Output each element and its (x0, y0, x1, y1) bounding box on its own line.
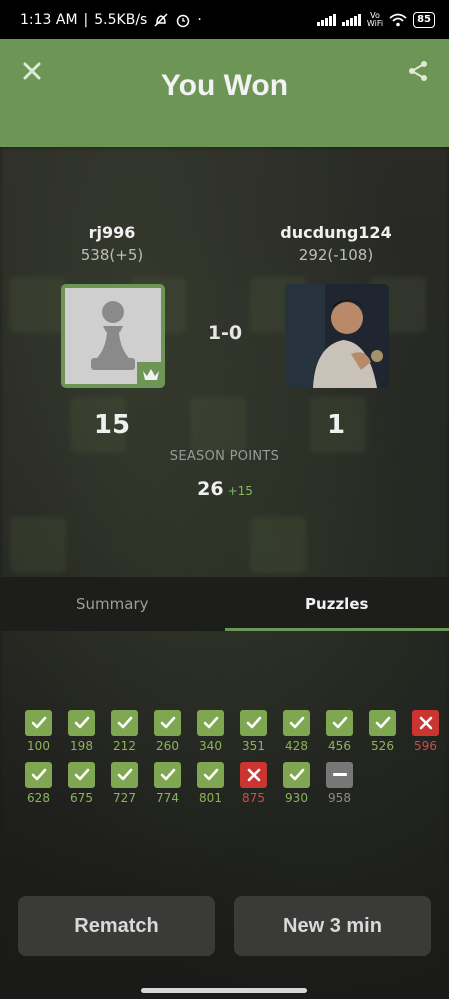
player-left-avatar[interactable] (61, 284, 165, 388)
page-title: You Won (160, 69, 289, 102)
check-icon (154, 710, 181, 736)
check-icon (111, 762, 138, 788)
cross-icon (240, 762, 267, 788)
puzzle-rating: 340 (199, 739, 222, 753)
cell-signal-icon-2 (341, 13, 361, 26)
puzzle-rating: 428 (285, 739, 308, 753)
player-left-name: rj996 (88, 223, 136, 242)
puzzle-rating: 260 (156, 739, 179, 753)
check-icon (154, 762, 181, 788)
check-icon (111, 710, 138, 736)
wifi-icon (389, 13, 407, 26)
puzzle-rating: 727 (113, 791, 136, 805)
puzzle-rating: 628 (27, 791, 50, 805)
puzzle-item[interactable]: 198 (60, 710, 103, 762)
puzzle-rating: 774 (156, 791, 179, 805)
puzzle-item[interactable]: 727 (103, 762, 146, 814)
profile-photo (285, 284, 389, 388)
puzzle-item[interactable]: 428 (275, 710, 318, 762)
notification-dot: · (197, 11, 202, 28)
puzzle-item[interactable]: 212 (103, 710, 146, 762)
check-icon (283, 762, 310, 788)
puzzle-rating: 351 (242, 739, 265, 753)
tab-summary[interactable]: Summary (0, 577, 225, 631)
match-score: 1-0 (207, 322, 243, 344)
tab-puzzles[interactable]: Puzzles (224, 577, 449, 631)
puzzle-rating: 875 (242, 791, 265, 805)
season-total-value: 26 (197, 478, 224, 500)
check-icon (240, 710, 267, 736)
crown-icon (143, 369, 159, 380)
puzzle-item[interactable]: 340 (189, 710, 232, 762)
puzzle-item[interactable]: 260 (146, 710, 189, 762)
puzzle-item[interactable]: 675 (60, 762, 103, 814)
puzzle-item[interactable]: 526 (361, 710, 404, 762)
rematch-button[interactable]: Rematch (18, 896, 215, 956)
check-icon (369, 710, 396, 736)
puzzle-item[interactable]: 801 (189, 762, 232, 814)
puzzle-rating: 212 (113, 739, 136, 753)
check-icon (197, 762, 224, 788)
puzzle-item[interactable]: 100 (17, 710, 60, 762)
dash-icon (326, 762, 353, 788)
check-icon (68, 710, 95, 736)
puzzle-item[interactable]: 875 (232, 762, 275, 814)
player-right-season-points: 1 (326, 410, 346, 440)
season-points-label: SEASON POINTS (169, 449, 280, 464)
player-left-rating: 538(+5) (80, 246, 144, 264)
puzzle-rating: 958 (328, 791, 351, 805)
puzzle-item[interactable]: 628 (17, 762, 60, 814)
home-indicator[interactable] (141, 988, 307, 993)
clock-time: 1:13 AM (20, 11, 78, 28)
player-left-season-points: 15 (93, 410, 131, 440)
new-game-button[interactable]: New 3 min (234, 896, 431, 956)
puzzle-rating: 526 (371, 739, 394, 753)
season-total-delta: +15 (227, 484, 253, 498)
puzzle-rating: 456 (328, 739, 351, 753)
check-icon (25, 710, 52, 736)
puzzle-rating: 198 (70, 739, 93, 753)
puzzle-row: 100 198 212 260 340 351 428 456 526 596 (17, 710, 447, 762)
cell-signal-icon (316, 13, 336, 26)
result-tabs: Summary Puzzles (0, 577, 449, 631)
puzzle-rating: 930 (285, 791, 308, 805)
check-icon (68, 762, 95, 788)
vowifi-indicator: Vo WiFi (366, 10, 384, 28)
result-header: You Won (0, 39, 449, 147)
puzzle-item[interactable]: 774 (146, 762, 189, 814)
puzzle-rating: 675 (70, 791, 93, 805)
winner-crown-badge (137, 362, 165, 388)
alarm-icon (177, 14, 190, 27)
puzzle-row: 628 675 727 774 801 875 930 958 (17, 762, 447, 814)
puzzle-item[interactable]: 351 (232, 710, 275, 762)
check-icon (283, 710, 310, 736)
alarm-off-icon (154, 12, 168, 27)
puzzle-rating: 596 (414, 739, 437, 753)
blurred-board-backdrop (0, 147, 449, 999)
puzzle-item[interactable]: 958 (318, 762, 361, 814)
player-right-name: ducdung124 (280, 223, 392, 242)
battery-indicator: 85 (413, 11, 435, 28)
puzzle-item[interactable]: 930 (275, 762, 318, 814)
share-icon[interactable] (407, 60, 429, 82)
status-bar: 1:13 AM | 5.5KB/s · Vo WiFi 85 (0, 0, 449, 39)
player-right-avatar[interactable] (285, 284, 389, 388)
season-points-total: 26 +15 (180, 478, 270, 500)
check-icon (197, 710, 224, 736)
puzzle-results: 100 198 212 260 340 351 428 456 526 596 628 675 727… (17, 710, 447, 814)
network-speed: 5.5KB/s (94, 11, 148, 28)
check-icon (25, 762, 52, 788)
check-icon (326, 710, 353, 736)
puzzle-item[interactable]: 456 (318, 710, 361, 762)
puzzle-rating: 801 (199, 791, 222, 805)
player-right-rating: 292(-108) (298, 246, 374, 264)
puzzle-rating: 100 (27, 739, 50, 753)
cross-icon (412, 710, 439, 736)
puzzle-item[interactable]: 596 (404, 710, 447, 762)
